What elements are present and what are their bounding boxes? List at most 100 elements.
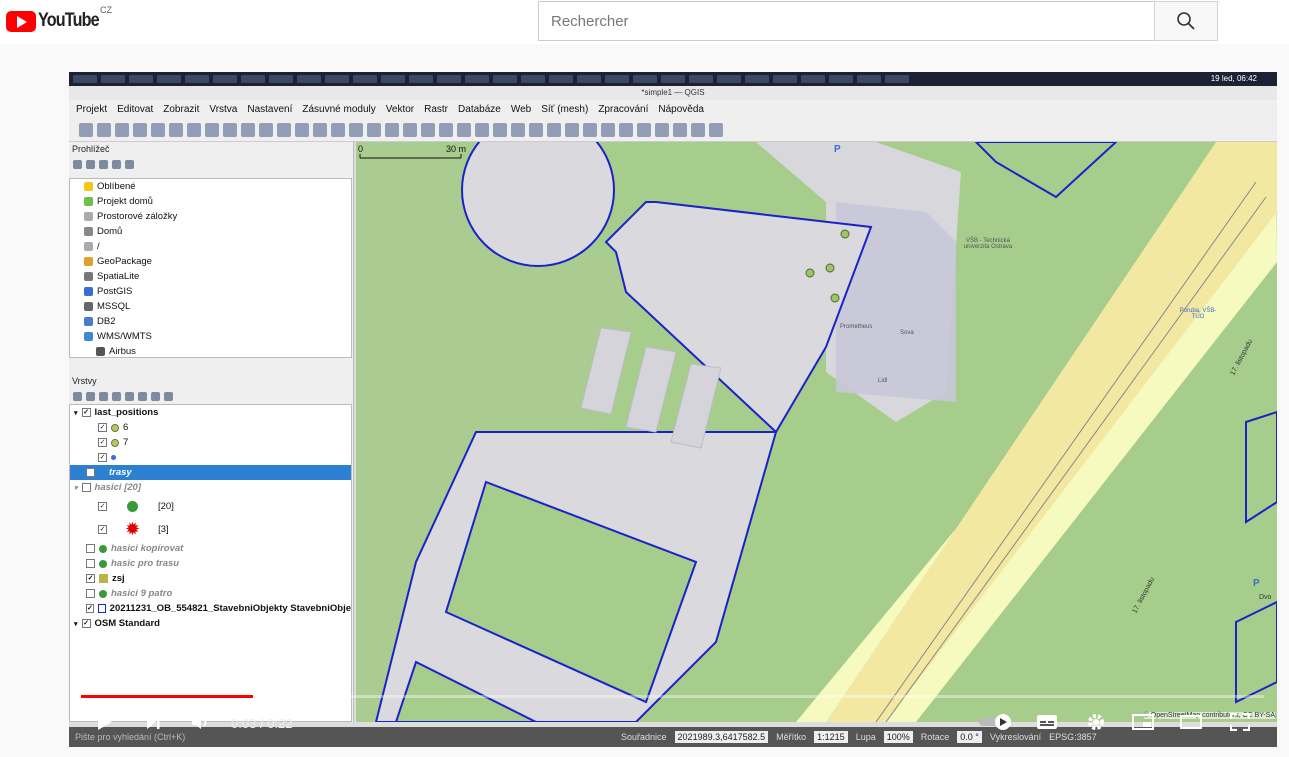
toolbar-tool-icon[interactable] — [385, 122, 399, 137]
layer-zsj[interactable]: ✓ zsj — [70, 571, 351, 586]
toolbar-tool-icon[interactable] — [367, 122, 381, 137]
browser-item[interactable]: Oblíbené — [70, 179, 351, 194]
fullscreen-button[interactable] — [1227, 708, 1253, 736]
toolbar-tool-icon[interactable] — [259, 122, 273, 137]
layer-hasici-class-20[interactable]: ✓ [20] — [70, 495, 351, 517]
toolbar-tool-icon[interactable] — [115, 122, 129, 137]
video-progress-bar[interactable] — [81, 695, 1264, 698]
toolbar-tool-icon[interactable] — [349, 122, 363, 137]
layer-class-6[interactable]: ✓ 6 — [70, 420, 351, 435]
volume-button[interactable] — [188, 708, 214, 736]
layer-class-7[interactable]: ✓ 7 — [70, 435, 351, 450]
menu-item[interactable]: Web — [511, 104, 531, 115]
next-button[interactable] — [140, 708, 166, 736]
magnifier-value[interactable]: 100% — [883, 731, 913, 743]
menu-item[interactable]: Projekt — [76, 104, 107, 115]
toolbar-tool-icon[interactable] — [133, 122, 147, 137]
svg-text:P: P — [1253, 578, 1260, 589]
layer-hasici[interactable]: ▾ hasici [20] — [70, 480, 351, 495]
toolbar-tool-icon[interactable] — [475, 122, 489, 137]
menu-item[interactable]: Zpracování — [598, 104, 648, 115]
toolbar-tool-icon[interactable] — [709, 122, 723, 137]
youtube-logo[interactable]: YouTube — [6, 10, 109, 32]
browser-item-label: GeoPackage — [97, 256, 152, 267]
miniplayer-button[interactable] — [1130, 708, 1156, 736]
menu-item[interactable]: Nápověda — [658, 104, 704, 115]
browser-item[interactable]: Airbus — [70, 344, 351, 359]
search-button[interactable] — [1154, 1, 1218, 41]
toolbar-tool-icon[interactable] — [421, 122, 435, 137]
toolbar-tool-icon[interactable] — [439, 122, 453, 137]
toolbar-tool-icon[interactable] — [547, 122, 561, 137]
autoplay-toggle-icon — [979, 714, 1011, 730]
browser-item[interactable]: / — [70, 239, 351, 254]
layer-hasici-kopirovat[interactable]: hasici kopírovat — [70, 541, 351, 556]
layer-hasic-pro-trasu[interactable]: hasic pro trasu — [70, 556, 351, 571]
toolbar-tool-icon[interactable] — [403, 122, 417, 137]
toolbar-tool-icon[interactable] — [187, 122, 201, 137]
toolbar-tool-icon[interactable] — [619, 122, 633, 137]
theater-mode-button[interactable] — [1178, 708, 1204, 736]
menu-item[interactable]: Zásuvné moduly — [302, 104, 375, 115]
layer-stavebni-objekty[interactable]: ✓ 20211231_OB_554821_StavebniObjekty Stav… — [70, 601, 351, 616]
browser-item[interactable]: SpatiaLite — [70, 269, 351, 284]
browser-item-label: Airbus — [109, 346, 136, 357]
browser-item[interactable]: Domů — [70, 224, 351, 239]
toolbar-tool-icon[interactable] — [241, 122, 255, 137]
subtitles-button[interactable] — [1034, 708, 1060, 736]
toolbar-tool-icon[interactable] — [97, 122, 111, 137]
toolbar-tool-icon[interactable] — [673, 122, 687, 137]
toolbar-tool-icon[interactable] — [331, 122, 345, 137]
toolbar-tool-icon[interactable] — [205, 122, 219, 137]
play-button[interactable] — [92, 708, 118, 736]
video-player[interactable]: 19 led, 06:42 *simple1 — QGIS Projekt Edi… — [69, 72, 1277, 747]
menu-item[interactable]: Vrstva — [209, 104, 237, 115]
menu-item[interactable]: Zobrazit — [163, 104, 199, 115]
toolbar-tool-icon[interactable] — [655, 122, 669, 137]
layer-class-default[interactable]: ✓ — [70, 450, 351, 465]
toolbar-tool-icon[interactable] — [313, 122, 327, 137]
coord-value[interactable]: 2021989.3,6417582.5 — [674, 731, 769, 743]
toolbar-tool-icon[interactable] — [457, 122, 471, 137]
toolbar-tool-icon[interactable] — [295, 122, 309, 137]
toolbar-tool-icon[interactable] — [151, 122, 165, 137]
toolbar-tool-icon[interactable] — [79, 122, 93, 137]
browser-item[interactable]: DB2 — [70, 314, 351, 329]
browser-item[interactable]: WMS/WMTS — [70, 329, 351, 344]
toolbar-tool-icon[interactable] — [565, 122, 579, 137]
menu-item[interactable]: Vektor — [386, 104, 414, 115]
toolbar-tool-icon[interactable] — [691, 122, 705, 137]
autoplay-toggle[interactable] — [978, 708, 1016, 736]
browser-item[interactable]: PostGIS — [70, 284, 351, 299]
layer-hasici-9-patro[interactable]: hasici 9 patro — [70, 586, 351, 601]
toolbar-tool-icon[interactable] — [637, 122, 651, 137]
map-canvas[interactable]: P P 0 30 m VŠB - Technická univerzita Os… — [356, 142, 1277, 722]
toolbar-tool-icon[interactable] — [511, 122, 525, 137]
toolbar-tool-icon[interactable] — [169, 122, 183, 137]
layer-hasici-class-3[interactable]: ✓ ✹ [3] — [70, 517, 351, 541]
menu-item[interactable]: Databáze — [458, 104, 501, 115]
browser-item[interactable]: GeoPackage — [70, 254, 351, 269]
menu-item[interactable]: Nastavení — [247, 104, 292, 115]
browser-item[interactable]: MSSQL — [70, 299, 351, 314]
toolbar-tool-icon[interactable] — [223, 122, 237, 137]
search-input[interactable]: Rechercher — [538, 1, 1155, 41]
settings-button[interactable] — [1083, 708, 1109, 736]
browser-item[interactable]: Projekt domů — [70, 194, 351, 209]
browser-tree: Oblíbené Projekt domů Prostorové záložky Do… — [69, 178, 352, 358]
browser-item-label: WMS/WMTS — [97, 331, 152, 342]
menu-item[interactable]: Editovat — [117, 104, 153, 115]
menu-item[interactable]: Rastr — [424, 104, 448, 115]
browser-item-icon — [84, 182, 93, 191]
toolbar-tool-icon[interactable] — [277, 122, 291, 137]
toolbar-tool-icon[interactable] — [583, 122, 597, 137]
layer-last-positions[interactable]: ▾ ✓ last_positions — [70, 405, 351, 420]
layer-trasy[interactable]: trasy — [70, 465, 351, 480]
toolbar-tool-icon[interactable] — [601, 122, 615, 137]
toolbar-tool-icon[interactable] — [493, 122, 507, 137]
scale-value[interactable]: 1:1215 — [814, 731, 848, 743]
menu-item[interactable]: Síť (mesh) — [541, 104, 588, 115]
toolbar-tool-icon[interactable] — [529, 122, 543, 137]
layer-osm-standard[interactable]: ▾ ✓ OSM Standard — [70, 616, 351, 631]
browser-item[interactable]: Prostorové záložky — [70, 209, 351, 224]
